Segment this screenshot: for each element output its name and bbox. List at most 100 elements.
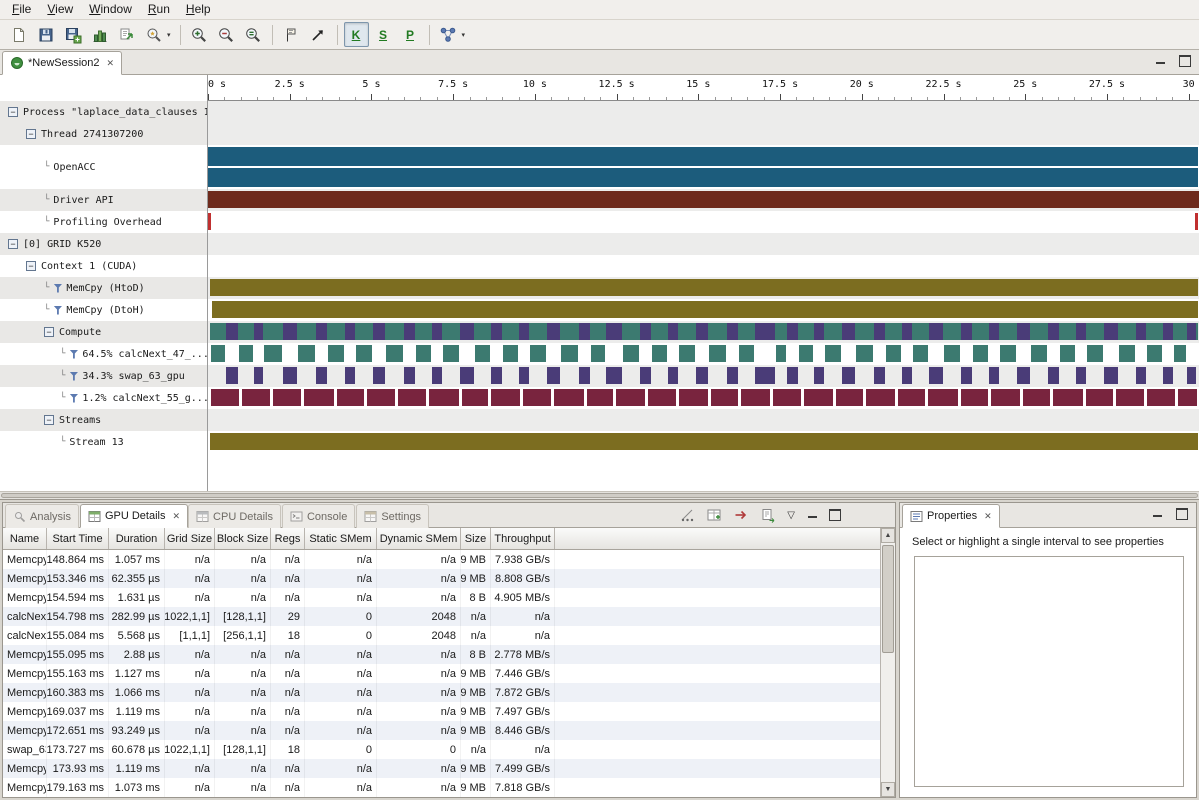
timeline-interval-bar[interactable] xyxy=(989,323,999,340)
timeline-interval-bar[interactable] xyxy=(973,345,988,362)
timeline-interval-bar[interactable] xyxy=(902,323,912,340)
timeline-interval-bar[interactable] xyxy=(773,389,801,406)
timeline-interval-bar[interactable] xyxy=(1119,345,1135,362)
timeline-interval-bar[interactable] xyxy=(1086,389,1113,406)
timeline-track[interactable] xyxy=(208,101,1199,123)
minimize-button[interactable] xyxy=(1149,507,1165,521)
timeline-interval-bar[interactable] xyxy=(1147,345,1162,362)
menu-help[interactable]: Help xyxy=(178,0,219,19)
timeline-interval-bar[interactable] xyxy=(944,345,960,362)
timeline-interval-bar[interactable] xyxy=(679,345,695,362)
timeline-interval-bar[interactable] xyxy=(591,345,606,362)
table-row[interactable]: calcNext155.084 ms5.568 µs[1,1,1][256,1,… xyxy=(3,626,880,645)
timeline-interval-bar[interactable] xyxy=(432,323,442,340)
timeline-interval-bar[interactable] xyxy=(373,323,386,340)
timeline-track[interactable] xyxy=(208,431,1199,453)
timeline-row-label[interactable]: └64.5% calcNext_47_... xyxy=(0,343,208,365)
timeline-interval-bar[interactable] xyxy=(208,191,1199,208)
timeline-interval-bar[interactable] xyxy=(1087,345,1103,362)
timeline-interval-bar[interactable] xyxy=(902,367,912,384)
timeline-interval-bar[interactable] xyxy=(242,389,271,406)
column-header-static-smem[interactable]: Static SMem xyxy=(305,528,377,549)
menu-run[interactable]: Run xyxy=(140,0,178,19)
timeline-interval-bar[interactable] xyxy=(345,323,355,340)
tab-settings[interactable]: Settings xyxy=(356,504,429,528)
timeline-interval-bar[interactable] xyxy=(991,389,1020,406)
table-row[interactable]: Memcpy169.037 ms1.119 msn/an/an/an/an/a9… xyxy=(3,702,880,721)
minimize-button[interactable] xyxy=(804,508,820,522)
timeline-interval-bar[interactable] xyxy=(961,389,988,406)
table-row[interactable]: Memcpy179.163 ms1.073 msn/an/an/an/an/a9… xyxy=(3,778,880,797)
timeline-row-label[interactable]: └OpenACC xyxy=(0,145,208,189)
timeline-interval-bar[interactable] xyxy=(273,389,301,406)
timeline-interval-bar[interactable] xyxy=(283,323,297,340)
menu-view[interactable]: View xyxy=(39,0,81,19)
timeline-track[interactable] xyxy=(208,321,1199,343)
timeline-interval-bar[interactable] xyxy=(1187,323,1196,340)
timeline-row-label[interactable]: −Compute xyxy=(0,321,208,343)
timeline-interval-bar[interactable] xyxy=(727,367,738,384)
timeline-segments-icon[interactable] xyxy=(677,505,697,525)
timeline-interval-bar[interactable] xyxy=(1048,323,1059,340)
timeline-interval-bar[interactable] xyxy=(727,323,738,340)
timeline-interval-bar[interactable] xyxy=(208,213,211,230)
timeline-interval-bar[interactable] xyxy=(1104,367,1118,384)
maximize-button[interactable] xyxy=(1174,507,1190,521)
timeline-interval-bar[interactable] xyxy=(866,389,895,406)
timeline-interval-bar[interactable] xyxy=(842,323,855,340)
table-row[interactable]: Memcpy153.346 ms62.355 µsn/an/an/an/an/a… xyxy=(3,569,880,588)
timeline-interval-bar[interactable] xyxy=(491,389,520,406)
timeline-track[interactable] xyxy=(208,343,1199,365)
collapse-toggle-icon[interactable]: − xyxy=(8,107,18,117)
table-row[interactable]: Memcpy172.651 ms93.249 µsn/an/an/an/an/a… xyxy=(3,721,880,740)
timeline-interval-bar[interactable] xyxy=(696,323,709,340)
timeline-row-label[interactable]: └Driver API xyxy=(0,189,208,211)
timeline-interval-bar[interactable] xyxy=(208,147,1198,166)
timeline-interval-bar[interactable] xyxy=(1187,367,1196,384)
timeline-interval-bar[interactable] xyxy=(640,367,651,384)
search-dropdown-icon[interactable]: ▾ xyxy=(167,31,171,39)
timeline-interval-bar[interactable] xyxy=(264,345,282,362)
table-row[interactable]: Memcpy148.864 ms1.057 msn/an/an/an/an/a9… xyxy=(3,550,880,569)
collapse-toggle-icon[interactable]: − xyxy=(8,239,18,249)
timeline-interval-bar[interactable] xyxy=(404,323,415,340)
timeline-interval-bar[interactable] xyxy=(755,367,775,384)
filter-icon[interactable] xyxy=(53,284,62,293)
timeline-interval-bar[interactable] xyxy=(668,323,678,340)
collapse-toggle-icon[interactable]: − xyxy=(44,415,54,425)
timeline-interval-bar[interactable] xyxy=(367,389,396,406)
timeline-interval-bar[interactable] xyxy=(1163,323,1173,340)
timeline-interval-bar[interactable] xyxy=(226,323,238,340)
timeline-interval-bar[interactable] xyxy=(814,323,824,340)
timeline-interval-bar[interactable] xyxy=(210,433,1198,450)
table-row[interactable]: Memcpy155.095 ms2.88 µsn/an/an/an/an/a8 … xyxy=(3,645,880,664)
timeline-interval-bar[interactable] xyxy=(328,345,344,362)
search-icon[interactable] xyxy=(141,22,166,47)
timeline-interval-bar[interactable] xyxy=(587,389,614,406)
timeline-interval-bar[interactable] xyxy=(503,345,518,362)
timeline-interval-bar[interactable] xyxy=(491,323,502,340)
view-menu-icon[interactable]: ▽ xyxy=(785,510,797,521)
timeline-interval-bar[interactable] xyxy=(616,389,645,406)
timeline-interval-bar[interactable] xyxy=(561,345,578,362)
timeline-interval-bar[interactable] xyxy=(898,389,926,406)
timeline-interval-bar[interactable] xyxy=(443,345,459,362)
timeline-interval-bar[interactable] xyxy=(1174,345,1186,362)
analysis-menu-dropdown-icon[interactable]: ▾ xyxy=(462,31,466,39)
timeline-interval-bar[interactable] xyxy=(386,345,403,362)
menu-window[interactable]: Window xyxy=(81,0,140,19)
timeline-interval-bar[interactable] xyxy=(679,389,709,406)
timeline-interval-bar[interactable] xyxy=(579,323,590,340)
timeline-interval-bar[interactable] xyxy=(475,345,491,362)
timeline-interval-bar[interactable] xyxy=(283,367,297,384)
zoom-in-icon[interactable] xyxy=(187,22,212,47)
timeline-track[interactable] xyxy=(208,409,1199,431)
timeline-interval-bar[interactable] xyxy=(1104,323,1118,340)
timeline-interval-bar[interactable] xyxy=(787,323,798,340)
timeline-interval-bar[interactable] xyxy=(961,323,972,340)
timeline-interval-bar[interactable] xyxy=(356,345,372,362)
timeline-interval-bar[interactable] xyxy=(432,367,442,384)
collapse-toggle-icon[interactable]: − xyxy=(26,129,36,139)
timeline-interval-bar[interactable] xyxy=(874,323,885,340)
process-toggle-icon[interactable]: P xyxy=(398,22,423,47)
